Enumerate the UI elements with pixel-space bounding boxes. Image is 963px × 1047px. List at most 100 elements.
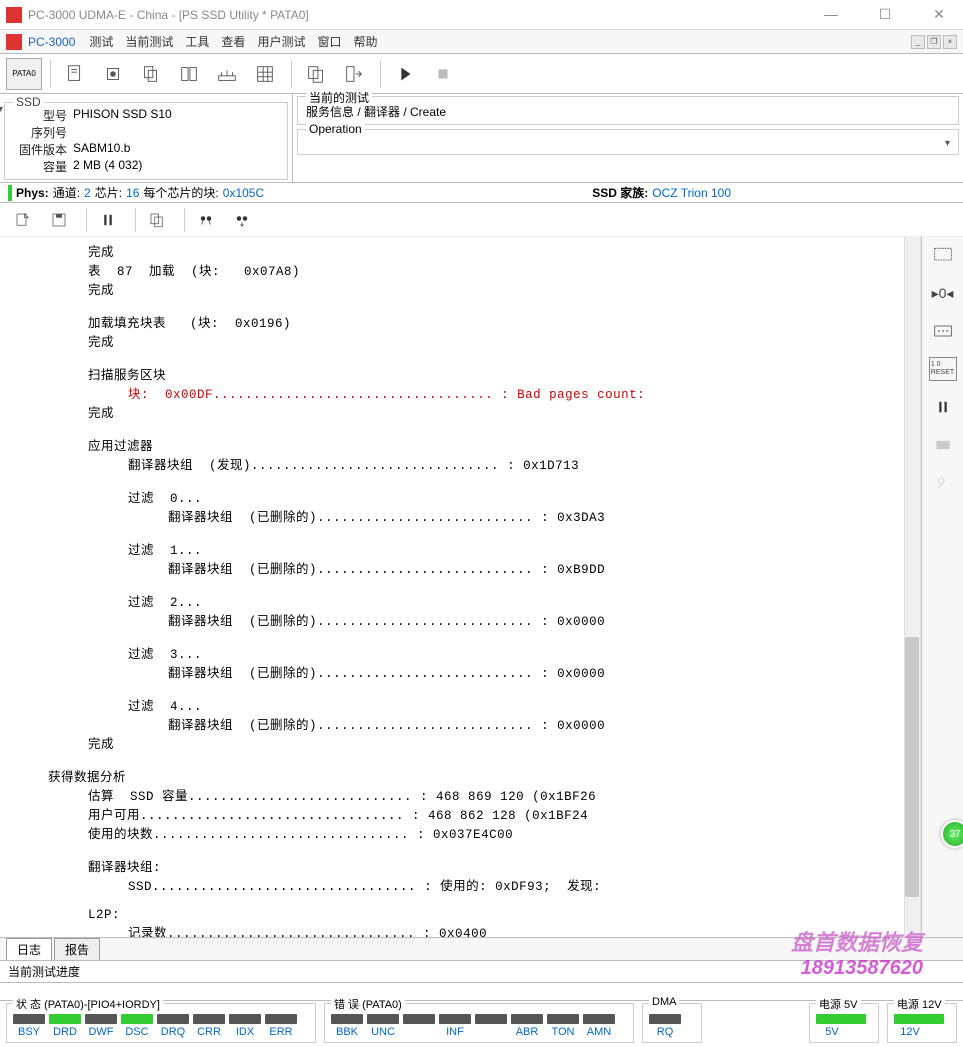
app-icon: [6, 7, 22, 23]
menu-test[interactable]: 测试: [89, 33, 113, 50]
stop-button[interactable]: [425, 58, 461, 90]
progress-label: 当前测试进度: [0, 961, 963, 983]
wrench-icon[interactable]: [929, 471, 957, 495]
copy-pages-icon[interactable]: [298, 58, 334, 90]
led-BBK: BBK: [331, 1014, 363, 1038]
module-icon[interactable]: [171, 58, 207, 90]
led-RQ: RQ: [649, 1014, 681, 1038]
led-UNC: UNC: [367, 1014, 399, 1038]
menu-help[interactable]: 帮助: [353, 33, 377, 50]
minimize-button[interactable]: —: [813, 6, 849, 23]
led-5V: 5V: [816, 1014, 848, 1038]
current-test-label: 当前的测试: [306, 89, 372, 106]
log-scrollbar[interactable]: [904, 237, 920, 937]
menu-bar: PC-3000 测试 当前测试 工具 查看 用户测试 窗口 帮助 _ ❐ ×: [0, 30, 963, 54]
grid-icon[interactable]: [247, 58, 283, 90]
mdi-minimize-button[interactable]: _: [911, 35, 925, 49]
ssd-group-label: SSD: [13, 95, 44, 109]
led-TON: TON: [547, 1014, 579, 1038]
firmware-label: 固件版本: [11, 141, 67, 158]
led-blank: [475, 1014, 507, 1038]
mdi-close-button[interactable]: ×: [943, 35, 957, 49]
window-title: PC-3000 UDMA-E - China - [PS SSD Utility…: [28, 8, 813, 22]
scrollbar-thumb[interactable]: [905, 637, 919, 897]
tab-log[interactable]: 日志: [6, 938, 52, 960]
power5v-group-label: 电源 5V: [816, 996, 861, 1012]
maximize-button[interactable]: ☐: [867, 6, 903, 23]
close-button[interactable]: ✕: [921, 6, 957, 23]
tab-report[interactable]: 报告: [54, 938, 100, 960]
info-panel: ▾ SSD 型号PHISON SSD S10 序列号 固件版本SABM10.b …: [0, 94, 963, 183]
chip-value: 16: [126, 186, 139, 200]
menu-user-test[interactable]: 用户测试: [257, 33, 305, 50]
led-DWF: DWF: [85, 1014, 117, 1038]
status-led-icon: [8, 185, 12, 201]
phys-label: Phys:: [16, 186, 49, 200]
copy-icon[interactable]: [133, 58, 169, 90]
chip-icon[interactable]: [95, 58, 131, 90]
menu-tools[interactable]: 工具: [185, 33, 209, 50]
current-test-value: 服务信息 / 翻译器 / Create: [306, 103, 950, 120]
error-group-label: 错 误 (PATA0): [331, 996, 405, 1012]
find-icon[interactable]: [191, 207, 221, 233]
led-CRR: CRR: [193, 1014, 225, 1038]
ssd-family-value: OCZ Trion 100: [652, 186, 731, 200]
operation-dropdown[interactable]: Operation: [297, 129, 959, 155]
led-AMN: AMN: [583, 1014, 615, 1038]
open-log-icon[interactable]: [8, 207, 38, 233]
led-BSY: BSY: [13, 1014, 45, 1038]
phys-info-bar: Phys: 通道: 2 芯片: 16 每个芯片的块: 0x105C SSD 家族…: [0, 183, 963, 203]
ruler-icon[interactable]: [209, 58, 245, 90]
pause-log-button[interactable]: [93, 207, 123, 233]
menu-view[interactable]: 查看: [221, 33, 245, 50]
log-area: 完成 表 87 加载 (块: 0x07A8) 完成 加载填充块表 (块: 0x0…: [0, 237, 963, 937]
log-text[interactable]: 完成 表 87 加载 (块: 0x07A8) 完成 加载填充块表 (块: 0x0…: [0, 237, 921, 937]
channel-value: 2: [84, 186, 91, 200]
document-icon[interactable]: [57, 58, 93, 90]
exit-icon[interactable]: [336, 58, 372, 90]
operation-label: Operation: [306, 122, 365, 136]
model-label: 型号: [11, 107, 67, 124]
capacity-value: 2 MB (4 032): [73, 158, 142, 175]
led-12V: 12V: [894, 1014, 926, 1038]
side-pause-icon[interactable]: [929, 395, 957, 419]
menu-current-test[interactable]: 当前测试: [125, 33, 173, 50]
led-ERR: ERR: [265, 1014, 297, 1038]
main-toolbar: PATA0: [0, 54, 963, 94]
save-log-icon[interactable]: [44, 207, 74, 233]
board-icon[interactable]: [929, 319, 957, 343]
led-INF: INF: [439, 1014, 471, 1038]
hex-view-icon[interactable]: [929, 243, 957, 267]
brand-label[interactable]: PC-3000: [28, 35, 75, 49]
pata-selector[interactable]: PATA0: [6, 58, 42, 90]
copy-log-icon[interactable]: [142, 207, 172, 233]
find-next-icon[interactable]: [227, 207, 257, 233]
led-IDX: IDX: [229, 1014, 261, 1038]
log-toolbar: [0, 203, 963, 237]
app-icon-small: [6, 34, 22, 50]
capacity-label: 容量: [11, 158, 67, 175]
status-group-label: 状 态 (PATA0)-[PIO4+IORDY]: [13, 996, 163, 1012]
model-value: PHISON SSD S10: [73, 107, 172, 124]
chip-tool-icon[interactable]: [929, 433, 957, 457]
dropdown-arrow-icon[interactable]: ▾: [0, 104, 3, 115]
led-blank: [403, 1014, 435, 1038]
led-ABR: ABR: [511, 1014, 543, 1038]
dma-group-label: DMA: [649, 996, 679, 1008]
power12v-group-label: 电源 12V: [894, 996, 945, 1012]
block-value: 0x105C: [223, 186, 264, 200]
reset-icon[interactable]: 1 0RESET: [929, 357, 957, 381]
menu-window[interactable]: 窗口: [317, 33, 341, 50]
serial-label: 序列号: [11, 124, 67, 141]
play-button[interactable]: [387, 58, 423, 90]
firmware-value: SABM10.b: [73, 141, 130, 158]
zero-icon[interactable]: ▸0◂: [929, 281, 957, 305]
led-DRD: DRD: [49, 1014, 81, 1038]
log-error-line: 块: 0x00DF...............................…: [8, 388, 645, 402]
notification-badge[interactable]: 37: [941, 820, 963, 848]
led-DRQ: DRQ: [157, 1014, 189, 1038]
mdi-restore-button[interactable]: ❐: [927, 35, 941, 49]
led-DSC: DSC: [121, 1014, 153, 1038]
window-titlebar: PC-3000 UDMA-E - China - [PS SSD Utility…: [0, 0, 963, 30]
status-area: 状 态 (PATA0)-[PIO4+IORDY] BSYDRDDWFDSCDRQ…: [0, 1001, 963, 1047]
